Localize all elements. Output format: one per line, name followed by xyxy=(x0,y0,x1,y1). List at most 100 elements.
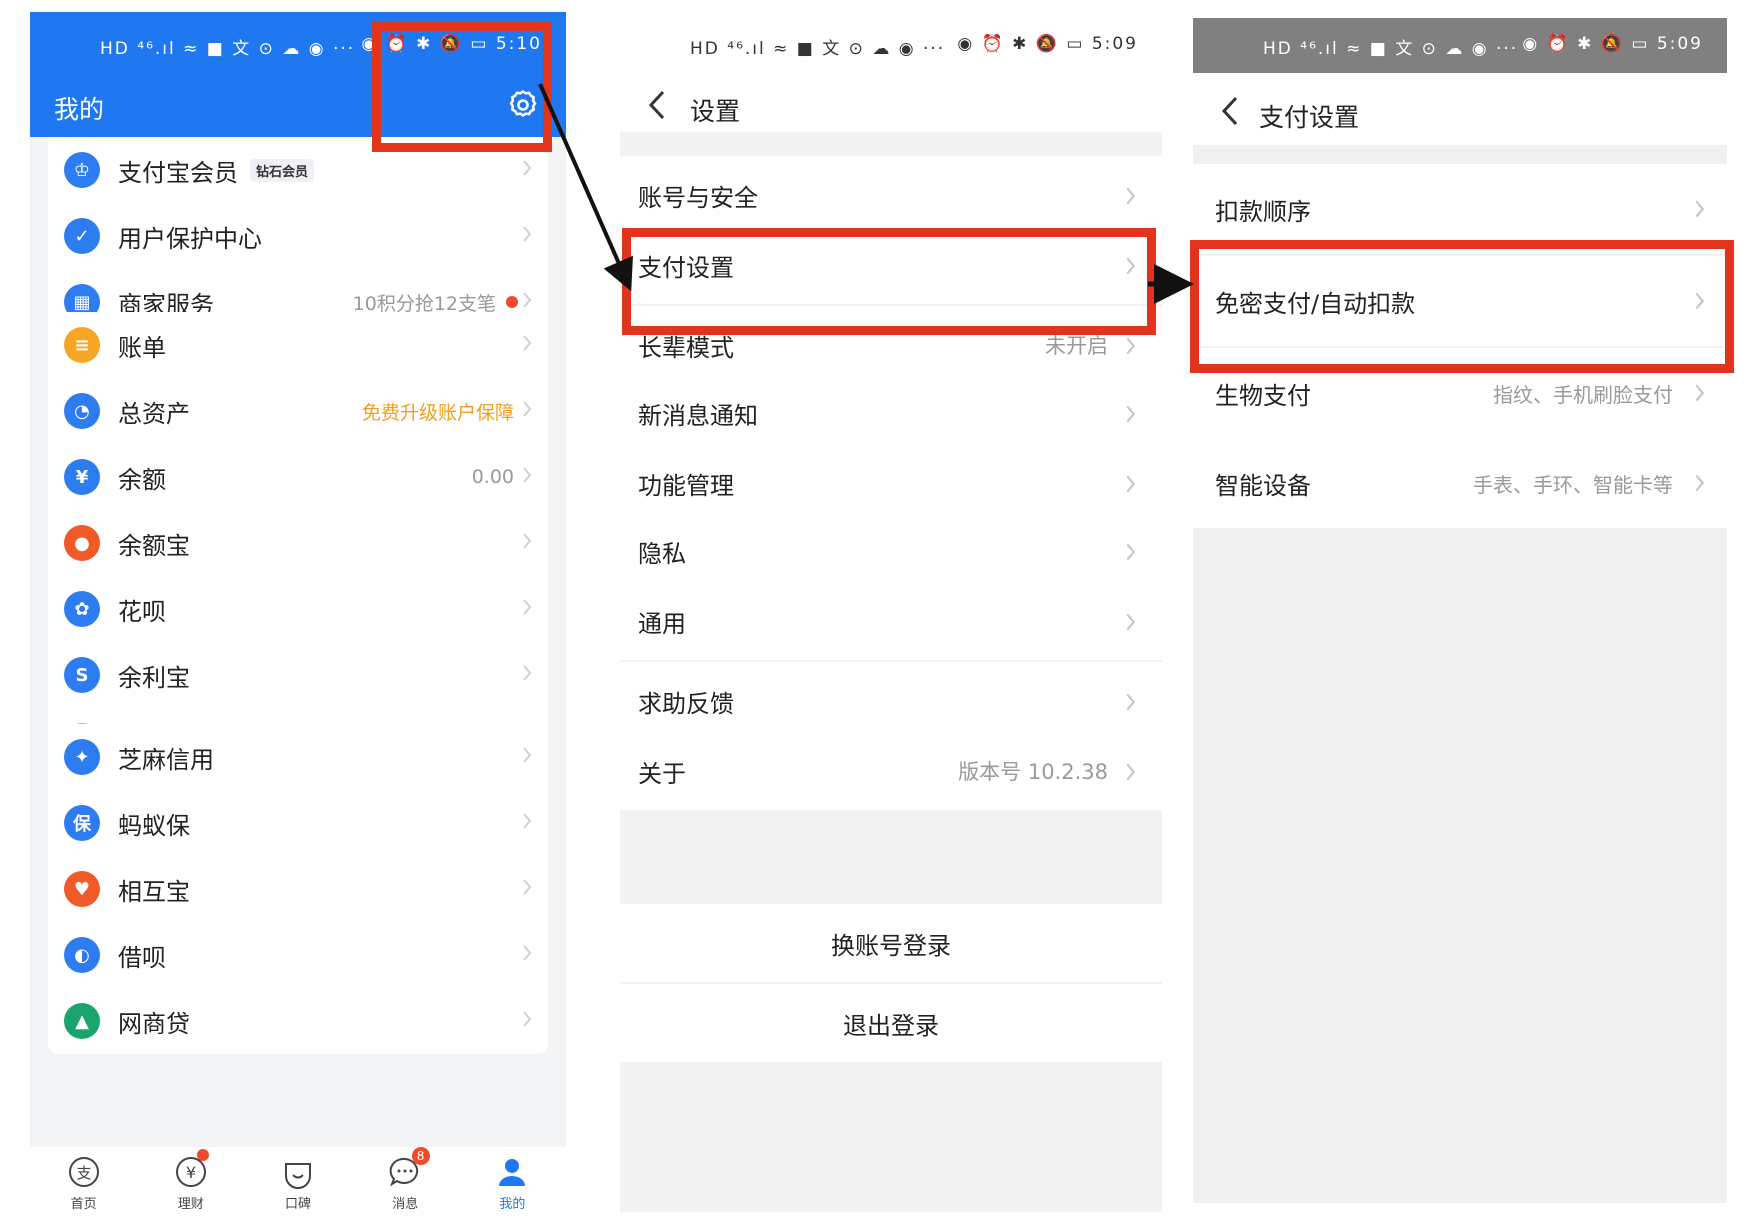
jiebei-icon: ◐ xyxy=(64,937,100,973)
chevron-right-icon xyxy=(522,598,532,616)
settings-row-label: 通用 xyxy=(638,609,686,638)
menu-item-heart[interactable]: ♥ 相互宝 xyxy=(48,856,548,922)
chevron-right-icon xyxy=(522,334,532,352)
settings-row-label: 隐私 xyxy=(638,539,686,568)
assets-group: ≡账单◔总资产免费升级账户保障¥余额0.00●余额宝✿花呗S余利宝▬银行卡 xyxy=(48,312,548,774)
profile-icon xyxy=(499,1159,526,1186)
chevron-right-icon xyxy=(522,812,532,830)
menu-item-sesame[interactable]: ✦ 芝麻信用 xyxy=(48,724,548,790)
status-right: ◉ ⏰ ✱ 🔕 ▭ 5:09 xyxy=(1522,34,1703,54)
menu-item-label: 相互宝 xyxy=(118,877,190,906)
tab-finance[interactable]: ¥ 理财 xyxy=(137,1147,244,1212)
menu-item-label: 支付宝会员 xyxy=(118,158,238,187)
menu-item-huabei[interactable]: ✿ 花呗 xyxy=(48,576,548,642)
menu-item-shield[interactable]: ✓ 用户保护中心 xyxy=(48,203,548,269)
tab-home[interactable]: 支 首页 xyxy=(30,1147,137,1212)
settings-row[interactable]: 智能设备 手表、手环、智能卡等 xyxy=(1193,438,1727,528)
menu-item-yuan[interactable]: ¥ 余额 0.00 xyxy=(48,444,548,510)
tab-profile[interactable]: 我的 xyxy=(459,1147,566,1212)
status-left: HD ⁴⁶.ıl ≈ ■ 文 ⊙ ☁ ◉ ··· xyxy=(100,39,356,59)
chevron-right-icon xyxy=(1694,383,1705,403)
chevron-right-icon xyxy=(1694,473,1705,493)
notification-dot xyxy=(506,296,518,308)
settings-row[interactable]: 新消息通知 xyxy=(620,374,1162,452)
button-label: 退出登录 xyxy=(843,1011,939,1040)
tab-label: 理财 xyxy=(177,1197,204,1212)
chevron-right-icon xyxy=(1694,199,1705,219)
tab-messages[interactable]: 8 消息 xyxy=(352,1147,459,1212)
menu-item-label: 用户保护中心 xyxy=(118,224,262,253)
settings-row[interactable]: 通用 xyxy=(620,582,1162,660)
status-bar: HD ⁴⁶.ıl ≈ ■ 文 ⊙ ☁ ◉ ··· ◉ ⏰ ✱ 🔕 ▭ 5:09 xyxy=(1193,34,1727,60)
settings-row-value: 版本号 10.2.38 xyxy=(958,760,1108,784)
settings-row[interactable]: 账号与安全 xyxy=(620,156,1162,234)
settings-row-label: 新消息通知 xyxy=(638,401,758,430)
payment-settings-screen: HD ⁴⁶.ıl ≈ ■ 文 ⊙ ☁ ◉ ··· ◉ ⏰ ✱ 🔕 ▭ 5:09 … xyxy=(1193,18,1727,1203)
menu-item-yuebao[interactable]: ● 余额宝 xyxy=(48,510,548,576)
menu-item-jiebei[interactable]: ◐ 借呗 xyxy=(48,922,548,988)
member-level-badge: 钻石会员 xyxy=(250,158,315,182)
menu-item-value: 免费升级账户保障 xyxy=(361,401,514,424)
menu-item-mybank[interactable]: ▲ 网商贷 xyxy=(48,988,548,1054)
settings-row-label: 关于 xyxy=(638,759,686,788)
pie-chart-icon: ◔ xyxy=(64,393,100,429)
member-group: ♔ 支付宝会员 钻石会员 ✓ 用户保护中心 ▦ 商家服务 10积分抢12支笔 xyxy=(48,137,548,335)
settings-row-label: 功能管理 xyxy=(638,471,734,500)
chevron-right-icon xyxy=(522,291,532,309)
page-title: 设置 xyxy=(690,97,741,126)
chevron-right-icon xyxy=(1125,186,1136,206)
chevron-right-icon xyxy=(1125,612,1136,632)
svg-text:支: 支 xyxy=(76,1164,91,1182)
status-left: HD ⁴⁶.ıl ≈ ■ 文 ⊙ ☁ ◉ ··· xyxy=(1263,39,1519,59)
heart-icon: ♥ xyxy=(64,871,100,907)
settings-row-label: 智能设备 xyxy=(1215,471,1311,500)
settings-row[interactable]: 功能管理 xyxy=(620,444,1162,522)
page-title: 支付设置 xyxy=(1259,103,1360,132)
settings-row[interactable]: 隐私 xyxy=(620,512,1162,590)
menu-item-label: 借呗 xyxy=(118,943,166,972)
chevron-right-icon xyxy=(1125,692,1136,712)
menu-item-pie-chart[interactable]: ◔ 总资产 免费升级账户保障 xyxy=(48,378,548,444)
yuan-icon: ¥ xyxy=(64,459,100,495)
shield-icon: ✓ xyxy=(64,218,100,254)
menu-item-label: 账单 xyxy=(118,333,166,362)
yulibao-icon: S xyxy=(64,657,100,693)
tab-label: 我的 xyxy=(499,1197,526,1212)
tab-koubei[interactable]: 口碑 xyxy=(244,1147,351,1212)
chevron-right-icon xyxy=(1125,336,1136,356)
koubei-icon xyxy=(285,1163,311,1189)
yuebao-icon: ● xyxy=(64,525,100,561)
settings-header: HD ⁴⁶.ıl ≈ ■ 文 ⊙ ☁ ◉ ··· ◉ ⏰ ✱ 🔕 ▭ 5:09 … xyxy=(620,12,1162,132)
tab-label: 首页 xyxy=(70,1197,97,1212)
menu-item-label: 蚂蚁保 xyxy=(118,811,190,840)
svg-text:¥: ¥ xyxy=(186,1163,196,1182)
menu-item-value: 0.00 xyxy=(471,466,514,488)
sesame-icon: ✦ xyxy=(64,739,100,775)
status-bar: HD ⁴⁶.ıl ≈ ■ 文 ⊙ ☁ ◉ ··· ◉ ⏰ ✱ 🔕 ▭ 5:09 xyxy=(620,34,1162,60)
menu-item-label: 网商贷 xyxy=(118,1009,190,1038)
back-arrow-icon[interactable] xyxy=(646,88,668,122)
settings-row[interactable]: 求助反馈 xyxy=(620,662,1162,740)
menu-item-label: 余利宝 xyxy=(118,663,190,692)
logout-button[interactable]: 退出登录 xyxy=(620,984,1162,1062)
chevron-right-icon xyxy=(1125,542,1136,562)
chevron-right-icon xyxy=(522,664,532,682)
menu-item-yulibao[interactable]: S 余利宝 xyxy=(48,642,548,708)
settings-row[interactable]: 关于 版本号 10.2.38 xyxy=(620,732,1162,810)
settings-row-label: 账号与安全 xyxy=(638,183,758,212)
back-arrow-icon[interactable] xyxy=(1219,94,1241,128)
tab-label: 口碑 xyxy=(285,1197,312,1212)
settings-row-label: 生物支付 xyxy=(1215,381,1311,410)
menu-item-label: 花呗 xyxy=(118,597,166,626)
switch-account-button[interactable]: 换账号登录 xyxy=(620,904,1162,982)
huabei-icon: ✿ xyxy=(64,591,100,627)
settings-row-value: 手表、手环、智能卡等 xyxy=(1473,472,1673,497)
menu-item-insurance[interactable]: 保蚂蚁保 xyxy=(48,790,548,856)
chevron-right-icon xyxy=(1125,474,1136,494)
message-count-badge: 8 xyxy=(411,1147,430,1165)
menu-item-bill[interactable]: ≡ 账单 xyxy=(48,312,548,378)
insurance-icon: 保 xyxy=(64,805,100,841)
member-icon: ♔ xyxy=(64,152,100,188)
chevron-right-icon xyxy=(522,159,532,177)
tab-label: 消息 xyxy=(392,1197,419,1212)
